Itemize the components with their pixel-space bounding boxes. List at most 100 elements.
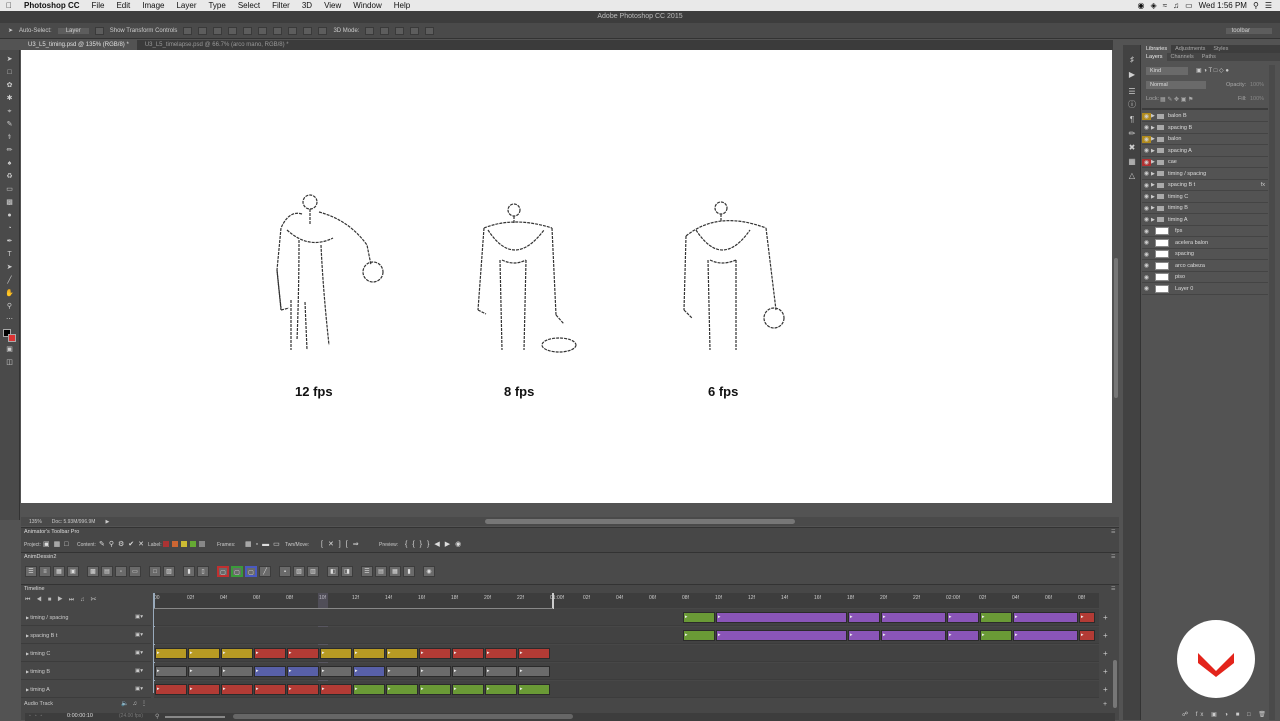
atp-frames-icons[interactable]: ▦▫▬▭ [245,540,284,548]
track-menu-icon[interactable]: ▣▾ [135,609,143,626]
animdessin-tool-button[interactable]: ☰ [25,566,37,577]
frame-clip[interactable]: ▸ [716,630,847,641]
workspace-switcher[interactable]: toolbar [1225,27,1272,34]
atp-project-icons[interactable]: ▣▦□ [43,540,72,548]
layer-filter-kind[interactable]: Kind [1146,67,1188,75]
animdessin-tool-button[interactable]: ╱ [259,566,271,577]
add-media-icon[interactable]: + [1103,685,1108,694]
frame-clip[interactable]: ▸ [353,648,385,659]
frame-clip[interactable]: ▸ [947,612,979,623]
frame-clip[interactable]: ▸ [320,666,352,677]
frame-clip[interactable]: ▸ [221,666,253,677]
timeline-track-row[interactable]: ▸ ▸ ▸ ▸ ▸ ▸ ▸ ▸ ▸ ▸ ▸ ▸ [154,645,1099,662]
menu-layer[interactable]: Layer [170,1,202,10]
animdessin-tool-button[interactable]: ▢ [217,566,229,577]
frame-clip[interactable]: ▸ [188,684,220,695]
frame-clip[interactable]: ▸ [947,630,979,641]
align-right-icon[interactable] [258,26,268,35]
status-arrow-icon[interactable]: ▶ [105,519,109,525]
track-menu-icon[interactable]: ▣▾ [135,681,143,698]
tools-icon[interactable]: ✖ [1127,143,1137,152]
3d-orbit-icon[interactable] [365,26,375,35]
frame-clip[interactable]: ▸ [419,666,451,677]
volume-icon[interactable]: ♫ [1173,1,1179,10]
menu-help[interactable]: Help [388,1,416,10]
timeline-track-label[interactable]: ▶ timing A ▣▾ [21,681,151,698]
3d-roll-icon[interactable] [380,26,390,35]
timeline-track-row[interactable]: ▸ ▸ ▸ ▸ ▸ ▸ ▸ ▸ [154,609,1099,626]
clock[interactable]: Wed 1:56 PM [1199,1,1247,10]
frame-clip[interactable]: ▸ [683,630,715,641]
animdessin-tool-button[interactable]: ▥ [307,566,319,577]
menu-list-icon[interactable]: ☰ [1265,1,1272,10]
more-tools-icon[interactable]: ⋯ [4,316,15,324]
lasso-tool-icon[interactable]: ✿ [4,82,15,90]
animdessin-tool-button[interactable]: ▨ [163,566,175,577]
menu-filter[interactable]: Filter [266,1,296,10]
menu-edit[interactable]: Edit [110,1,136,10]
line-tool-icon[interactable]: ╱ [4,277,15,285]
timeline-track-row[interactable]: ▸ ▸ ▸ ▸ ▸ ▸ ▸ ▸ ▸ ▸ ▸ ▸ [154,663,1099,680]
layer-row[interactable]: ◉ ▶ timing / spacing [1142,169,1268,180]
track-menu-icon[interactable]: ▣▾ [135,627,143,644]
align-vcenter-icon[interactable] [198,26,208,35]
frame-clip[interactable]: ▸ [287,666,319,677]
dodge-tool-icon[interactable]: ◔ [4,225,15,233]
wifi-icon[interactable]: ≈ [1163,1,1167,10]
animdessin-tool-button[interactable]: ▤ [375,566,387,577]
gradient-tool-icon[interactable]: ▩ [4,199,15,207]
frame-clip[interactable]: ▸ [683,612,715,623]
brushes-icon[interactable]: ✏ [1127,129,1137,138]
frame-clip[interactable]: ▸ [386,666,418,677]
frame-clip[interactable]: ▸ [221,648,253,659]
tab-channels[interactable]: Channels [1167,53,1198,61]
clone-stamp-icon[interactable]: ♠ [4,160,15,168]
animdessin-tool-button[interactable]: □ [149,566,161,577]
animdessin-tool-button[interactable]: ▮ [183,566,195,577]
status-icon[interactable]: ◉ [1138,1,1145,10]
move-tool-icon[interactable]: ➤ [4,56,15,64]
frame-clip[interactable]: ▸ [485,648,517,659]
healing-brush-icon[interactable]: ⚕ [4,134,15,142]
frame-clip[interactable]: ▸ [386,684,418,695]
menu-select[interactable]: Select [232,1,266,10]
transform-checkbox[interactable] [94,26,104,35]
frame-clip[interactable]: ▸ [452,648,484,659]
frame-clip[interactable]: ▸ [848,630,880,641]
layer-row[interactable]: ◉ ▶ timing A [1142,215,1268,226]
layer-row[interactable]: ◉ piso [1142,272,1268,283]
frame-clip[interactable]: ▸ [1079,612,1095,623]
timeline-transport-controls[interactable]: ⏮◀■▶⏭♫✂ [25,597,102,604]
layer-row[interactable]: ◉ ▶ balon B [1142,111,1268,122]
eraser-tool-icon[interactable]: ▭ [4,186,15,194]
frame-clip[interactable]: ▸ [518,666,550,677]
frame-clip[interactable]: ▸ [320,648,352,659]
layer-row[interactable]: ◉ ▶ timing B [1142,203,1268,214]
layer-footer-icons[interactable]: ☍ fx ▣ ◑ ■ □ 🗑 [1182,711,1269,718]
animdessin-tool-button[interactable]: ◨ [341,566,353,577]
hand-tool-icon[interactable]: ✋ [4,290,15,298]
frame-clip[interactable]: ▸ [881,612,946,623]
menu-app-name[interactable]: Photoshop CC [18,1,86,10]
blend-mode-select[interactable]: Normal [1146,81,1206,89]
add-media-icon[interactable]: + [1103,613,1108,622]
frame-clip[interactable]: ▸ [518,648,550,659]
eyedropper-icon[interactable]: ✎ [4,121,15,129]
timeline-track-row[interactable]: ▸ ▸ ▸ ▸ ▸ ▸ ▸ ▸ ▸ ▸ ▸ ▸ [154,681,1099,698]
layer-row[interactable]: ◉ spacing [1142,249,1268,260]
track-menu-icon[interactable]: ▣▾ [135,663,143,680]
timeline-ruler[interactable]: 00 02f 04f 06f 08f 10f 12f 14f 16f 18f 20f 22f 01:00… [154,593,1099,608]
layer-row[interactable]: ◉ ▶ spacing A [1142,146,1268,157]
properties-icon[interactable]: ☰ [1127,87,1137,96]
brush-tool-icon[interactable]: ✏ [4,147,15,155]
frame-clip[interactable]: ▸ [155,684,187,695]
3d-slide-icon[interactable] [410,26,420,35]
frame-clip[interactable]: ▸ [188,666,220,677]
add-media-icon[interactable]: + [1103,667,1108,676]
frame-clip[interactable]: ▸ [518,684,550,695]
animdessin-tool-button[interactable]: ▧ [293,566,305,577]
animdessin-tool-button[interactable]: ▮ [403,566,415,577]
frame-clip[interactable]: ▸ [221,684,253,695]
animdessin-tool-button[interactable]: ▢ [245,566,257,577]
timeline-zoom-slider[interactable] [165,716,225,718]
